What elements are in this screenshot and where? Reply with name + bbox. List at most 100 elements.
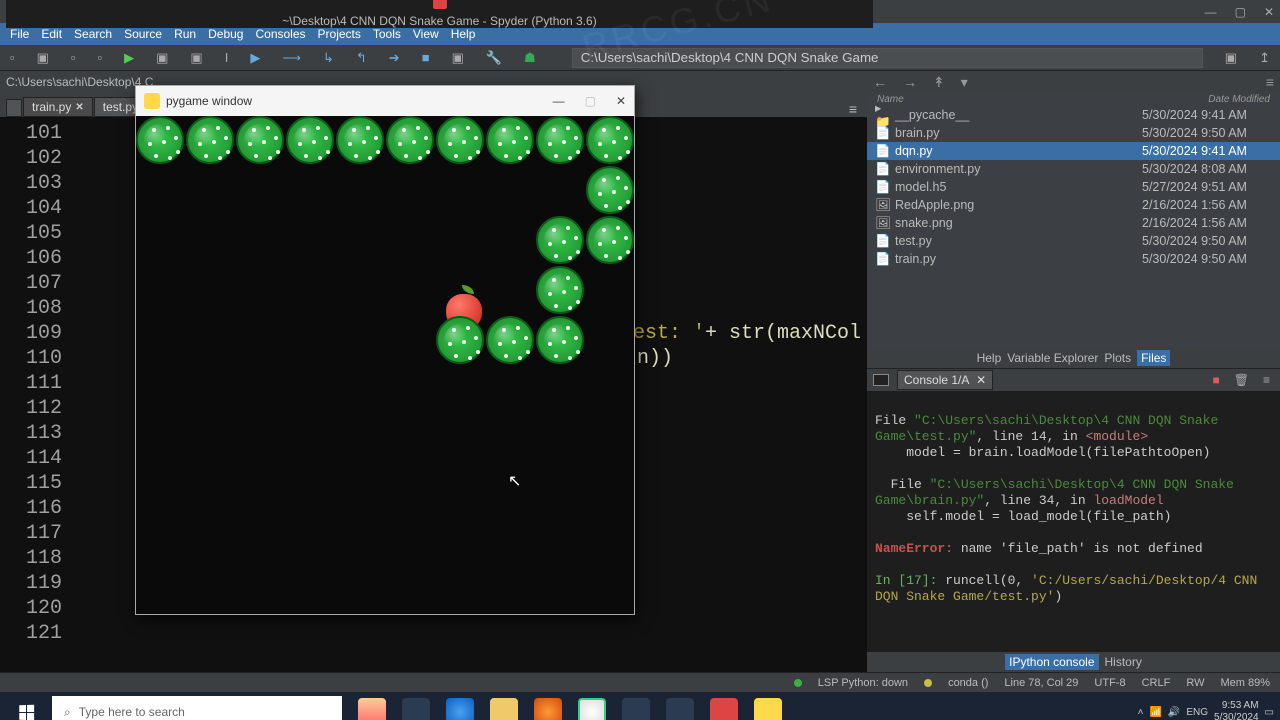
max-editor-icon[interactable]: ▣ [452, 50, 464, 66]
debug-file-icon[interactable]: ▶ [250, 50, 260, 66]
tab-plots[interactable]: Plots [1104, 351, 1131, 365]
edge-icon[interactable] [446, 698, 474, 720]
close-icon[interactable]: ✕ [75, 102, 83, 113]
tray-volume-icon[interactable]: 🔊 [1168, 707, 1180, 718]
run-cell-advance-icon[interactable]: ▣ [190, 50, 202, 66]
tray-language-icon[interactable]: ENG [1186, 707, 1208, 718]
remove-console-icon[interactable]: 🗑 [1234, 373, 1249, 387]
taskbar-search[interactable]: ⌕ Type here to search [52, 696, 342, 720]
debug-step-out-icon[interactable]: ↰ [356, 50, 367, 66]
save-file-icon[interactable]: ▫ [71, 50, 76, 65]
window-maximize-icon[interactable]: ▢ [1235, 5, 1246, 19]
menu-source[interactable]: Source [118, 27, 168, 41]
tab-history[interactable]: History [1105, 655, 1142, 669]
pygame-icon[interactable] [754, 698, 782, 720]
console-options-icon[interactable]: ≡ [1263, 373, 1270, 387]
status-lsp[interactable]: LSP Python: down [818, 677, 908, 689]
pygame-close-icon[interactable]: ✕ [616, 94, 626, 108]
run-cell-icon[interactable]: ▣ [156, 50, 168, 66]
window-minimize-icon[interactable]: — [1205, 5, 1217, 19]
tray-notifications-icon[interactable]: ▭ [1265, 707, 1274, 718]
spyder-icon[interactable] [710, 698, 738, 720]
snake-segment [536, 116, 584, 164]
file-row[interactable]: 📄model.h55/27/2024 9:51 AM [867, 178, 1280, 196]
pygame-window[interactable]: pygame window — ▢ ✕ ↖ [135, 85, 635, 615]
pythonpath-icon[interactable]: ☗ [524, 50, 536, 66]
tab-ipython[interactable]: IPython console [1005, 654, 1098, 670]
tray-wifi-icon[interactable]: 📶 [1149, 707, 1161, 718]
working-dir-input[interactable] [572, 48, 1203, 68]
save-all-icon[interactable]: ▫ [98, 50, 103, 65]
editor-options-icon[interactable]: ≡ [849, 101, 857, 117]
vscode-icon[interactable] [622, 698, 650, 720]
menu-search[interactable]: Search [68, 27, 118, 41]
status-enc[interactable]: UTF-8 [1094, 677, 1125, 689]
console-maximize-icon[interactable] [873, 374, 889, 386]
run-selection-icon[interactable]: I [225, 50, 229, 65]
firefox-icon[interactable] [534, 698, 562, 720]
open-file-icon[interactable]: ▣ [37, 50, 49, 66]
debug-step-icon[interactable]: ⟶ [282, 50, 301, 66]
file-row[interactable]: 📄test.py5/30/2024 9:50 AM [867, 232, 1280, 250]
tray-expand-icon[interactable]: ˄ [1138, 707, 1144, 718]
debug-stop-icon[interactable]: ■ [422, 50, 430, 65]
snake-segment [286, 116, 334, 164]
file-row[interactable]: 📄train.py5/30/2024 9:50 AM [867, 250, 1280, 268]
col-name[interactable]: Name [877, 94, 1208, 105]
menu-view[interactable]: View [407, 27, 445, 41]
tray-clock[interactable]: 9:53 AM 5/30/2024 [1214, 700, 1259, 720]
pygame-minimize-icon[interactable]: — [553, 94, 565, 108]
file-row[interactable]: ▸ 📁__pycache__5/30/2024 9:41 AM [867, 106, 1280, 124]
tab-files[interactable]: Files [1137, 350, 1170, 366]
file-row[interactable]: 🖼snake.png2/16/2024 1:56 AM [867, 214, 1280, 232]
debug-continue-icon[interactable]: ➔ [389, 50, 400, 66]
taskview-icon[interactable] [402, 698, 430, 720]
ipython-console[interactable]: File "C:\Users\sachi\Desktop\4 CNN DQN S… [867, 391, 1280, 652]
parent-dir-icon[interactable]: ↥ [1259, 50, 1270, 66]
col-date[interactable]: Date Modified [1208, 94, 1270, 105]
file-date: 2/16/2024 1:56 AM [1142, 216, 1272, 230]
browse-dir-icon[interactable]: ▣ [1225, 50, 1237, 66]
editor-tab-train[interactable]: train.py ✕ [23, 97, 93, 117]
file-row[interactable]: 📄dqn.py5/30/2024 9:41 AM [867, 142, 1280, 160]
tab-help[interactable]: Help [977, 351, 1002, 365]
menu-edit[interactable]: Edit [35, 27, 68, 41]
file-name: brain.py [891, 126, 1142, 140]
menu-debug[interactable]: Debug [202, 27, 249, 41]
menu-projects[interactable]: Projects [312, 27, 367, 41]
forward-icon[interactable]: → [903, 74, 917, 90]
status-eol[interactable]: CRLF [1142, 677, 1171, 689]
tab-browser-icon[interactable] [6, 99, 22, 117]
start-button[interactable] [6, 696, 46, 720]
explorer-icon[interactable] [490, 698, 518, 720]
file-row[interactable]: 📄brain.py5/30/2024 9:50 AM [867, 124, 1280, 142]
tab-label: test.py [103, 100, 138, 114]
tab-varexp[interactable]: Variable Explorer [1007, 351, 1098, 365]
close-icon[interactable]: ✕ [976, 373, 986, 387]
menu-file[interactable]: File [4, 27, 35, 41]
console-tab[interactable]: Console 1/A ✕ [897, 370, 993, 390]
menu-help[interactable]: Help [445, 27, 482, 41]
pygame-titlebar[interactable]: pygame window — ▢ ✕ [136, 86, 634, 116]
stop-kernel-icon[interactable]: ■ [1213, 373, 1220, 387]
menu-consoles[interactable]: Consoles [249, 27, 311, 41]
run-file-icon[interactable]: ▶ [124, 50, 134, 66]
app-icon[interactable] [666, 698, 694, 720]
pygame-maximize-icon[interactable]: ▢ [585, 94, 596, 108]
debug-step-in-icon[interactable]: ↳ [323, 50, 334, 66]
pane-options-icon[interactable]: ≡ [1266, 74, 1274, 90]
menu-tools[interactable]: Tools [367, 27, 407, 41]
file-row[interactable]: 📄environment.py5/30/2024 8:08 AM [867, 160, 1280, 178]
up-icon[interactable]: ↟ [933, 74, 945, 91]
new-file-icon[interactable]: ▫ [10, 50, 15, 65]
menu-run[interactable]: Run [168, 27, 202, 41]
search-placeholder: Type here to search [79, 705, 185, 719]
cortana-icon[interactable] [358, 698, 386, 720]
preferences-icon[interactable]: 🔧 [486, 50, 502, 66]
window-close-icon[interactable]: ✕ [1264, 5, 1274, 19]
chrome-icon[interactable] [578, 698, 606, 720]
status-env[interactable]: conda () [948, 677, 988, 689]
file-row[interactable]: 🖼RedApple.png2/16/2024 1:56 AM [867, 196, 1280, 214]
filter-icon[interactable]: ▾ [961, 74, 968, 91]
back-icon[interactable]: ← [873, 74, 887, 90]
